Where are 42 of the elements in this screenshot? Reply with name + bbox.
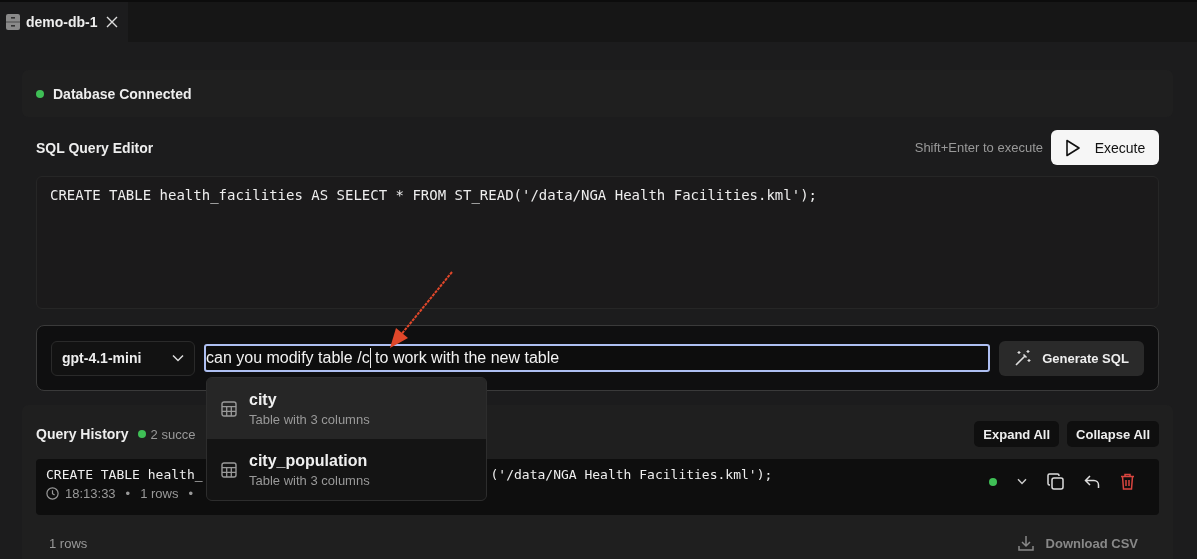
separator-dot: •: [188, 486, 194, 501]
result-row-count: 1 rows: [49, 535, 88, 551]
table-icon: [221, 400, 237, 417]
query-text: CREATE TABLE health_: [46, 467, 203, 482]
tab-label: demo-db-1: [26, 14, 98, 30]
play-icon: [1064, 138, 1081, 157]
query-text: ('/data/NGA Health Facilities.kml');: [490, 467, 773, 482]
prompt-field[interactable]: can you modify table /c to work with the new table: [204, 344, 990, 372]
status-text: Database Connected: [53, 85, 192, 102]
tab[interactable]: demo-db-1: [0, 2, 128, 42]
row-count: 1 rows: [140, 486, 179, 501]
collapse-all-button[interactable]: Collapse All: [1067, 421, 1159, 447]
close-icon: [105, 16, 118, 28]
copy-icon: [1047, 473, 1064, 490]
download-csv-button[interactable]: Download CSV: [1017, 535, 1138, 551]
section-title: Query History: [36, 426, 129, 442]
execute-button[interactable]: Execute: [1051, 130, 1159, 165]
model-select[interactable]: gpt-4.1-mini: [51, 340, 195, 376]
success-dot: [137, 430, 146, 438]
cabinet-icon: [5, 13, 21, 31]
section-title: SQL Query Editor: [36, 139, 154, 156]
clock-icon: [46, 487, 59, 500]
chevron-down-icon: [172, 354, 184, 362]
table-icon: [221, 461, 237, 478]
code-line: CREATE TABLE health_facilities AS SELECT * FROM ST_READ('/data/NGA Health Facilities.kml');: [50, 187, 818, 203]
table-description: Table with 3 columns: [249, 472, 370, 488]
suggestion-item[interactable]: city_population Table with 3 columns: [207, 439, 486, 500]
undo-icon: [1084, 474, 1100, 489]
success-count: 2 succe: [150, 426, 196, 442]
chevron-down-icon: [1017, 478, 1027, 485]
suggestion-item[interactable]: city Table with 3 columns: [207, 378, 486, 439]
table-description: Table with 3 columns: [249, 411, 370, 427]
table-name: city: [249, 390, 278, 409]
shortcut-hint: Shift+Enter to execute: [914, 140, 1043, 155]
trash-icon: [1120, 473, 1135, 490]
query-time: 18:13:33: [65, 486, 116, 501]
generate-sql-button[interactable]: Generate SQL: [999, 340, 1144, 376]
code-editor[interactable]: CREATE TABLE health_facilities AS SELECT * FROM ST_READ('/data/NGA Health Facilities.kml');: [36, 176, 1159, 309]
separator-dot: •: [125, 486, 131, 501]
magic-wand-icon: [1014, 349, 1033, 367]
expand-all-button[interactable]: Expand All: [974, 421, 1060, 447]
download-icon: [1017, 535, 1034, 551]
